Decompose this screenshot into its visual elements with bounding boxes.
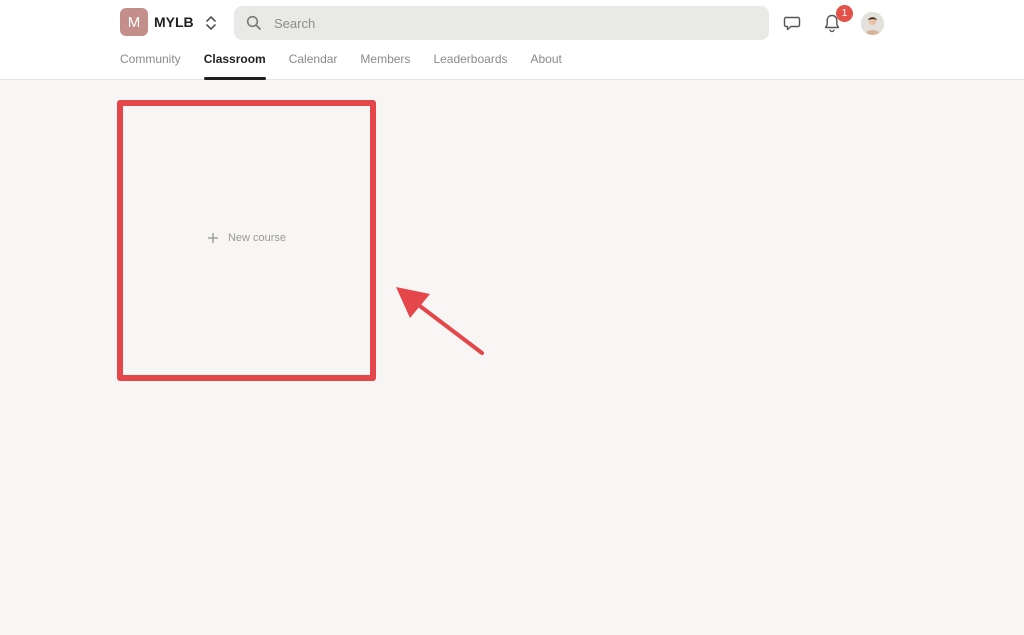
new-course-button[interactable]: New course — [207, 232, 286, 244]
logo-letter: M — [127, 13, 141, 31]
tab-classroom[interactable]: Classroom — [203, 52, 266, 80]
community-name[interactable]: MYLB — [154, 14, 194, 30]
new-course-label: New course — [227, 231, 287, 244]
tab-calendar[interactable]: Calendar — [289, 52, 338, 80]
user-avatar[interactable] — [861, 12, 884, 35]
chat-icon[interactable] — [781, 12, 803, 34]
tab-community[interactable]: Community — [120, 52, 181, 80]
search-bar[interactable] — [234, 6, 769, 40]
new-course-card[interactable]: New course — [117, 100, 376, 381]
top-header: M MYLB 1 — [0, 0, 1024, 80]
annotation-arrow-icon — [396, 287, 484, 355]
search-input[interactable] — [274, 15, 744, 31]
nav-tabs: Community Classroom Calendar Members Lea… — [120, 52, 585, 80]
community-logo[interactable]: M — [120, 8, 148, 36]
tab-members[interactable]: Members — [360, 52, 410, 80]
notification-badge: 1 — [836, 5, 853, 22]
community-switcher-icon[interactable] — [203, 12, 219, 34]
tab-about[interactable]: About — [531, 52, 562, 80]
tab-leaderboards[interactable]: Leaderboards — [433, 52, 507, 80]
plus-icon — [207, 232, 219, 244]
search-icon — [246, 15, 262, 31]
